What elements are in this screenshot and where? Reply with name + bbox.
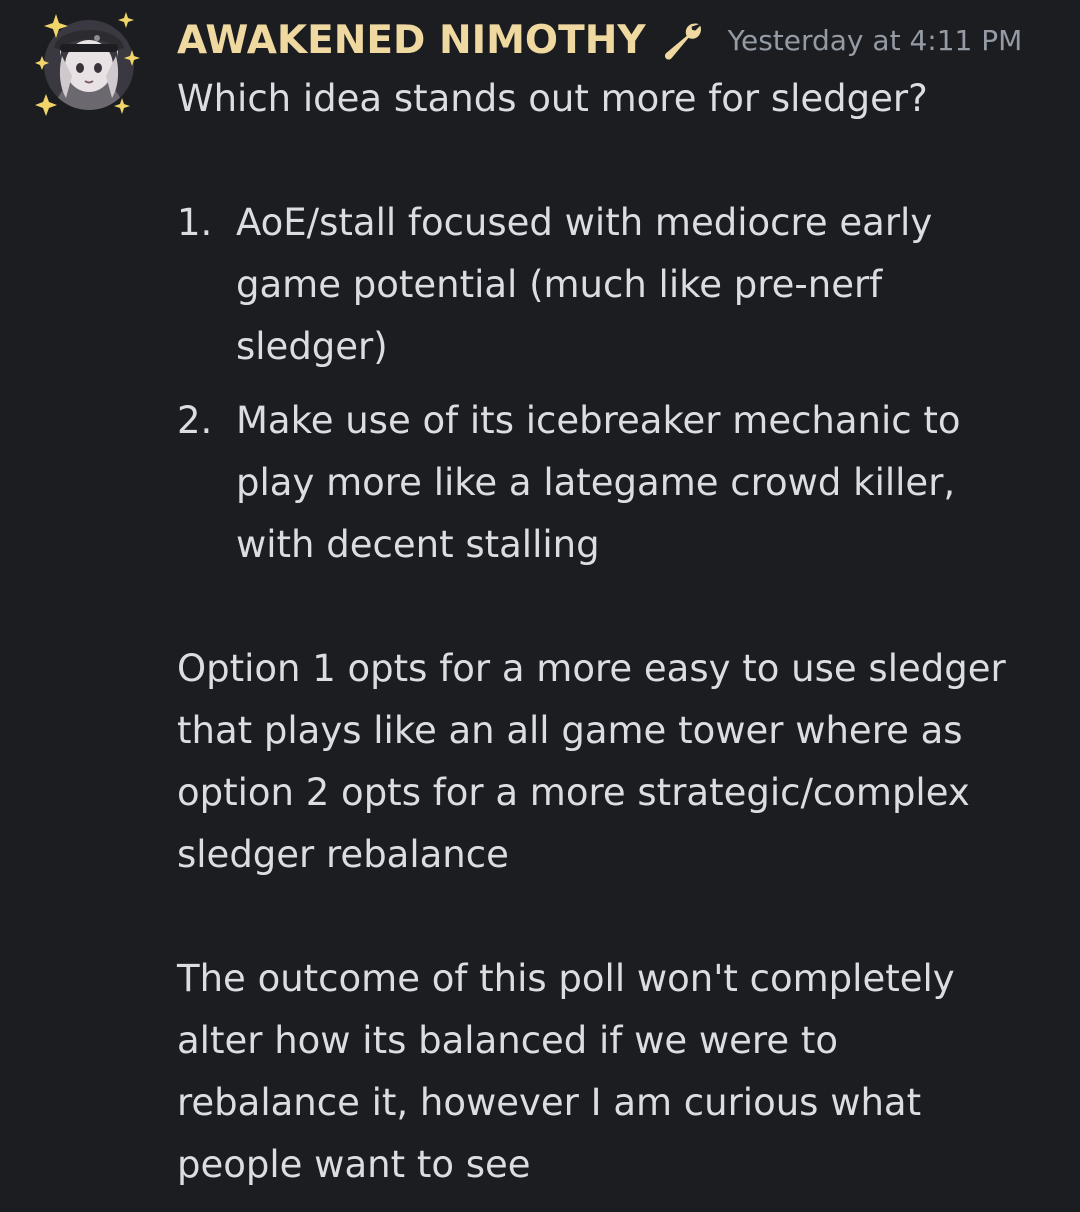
list-item: 1. AoE/stall focused with mediocre early… <box>177 192 1057 378</box>
paragraph-line: option 2 opts for a more strategic/compl… <box>177 771 970 814</box>
option-line: play more like a lategame crowd killer, <box>236 461 956 504</box>
list-number: 1. <box>177 201 213 244</box>
paragraph-line: Option 1 opts for a more easy to use sle… <box>177 647 1006 690</box>
paragraph: The outcome of this poll won't completel… <box>177 948 1057 1196</box>
avatar[interactable] <box>30 6 148 124</box>
paragraph-line: rebalance it, however I am curious what <box>177 1081 922 1124</box>
list-item: 2. Make use of its icebreaker mechanic t… <box>177 390 1057 576</box>
message-body: Which idea stands out more for sledger? … <box>177 68 1057 1196</box>
paragraph-line: alter how its balanced if we were to <box>177 1019 838 1062</box>
list-number: 2. <box>177 399 213 442</box>
option-line: with decent stalling <box>236 523 600 566</box>
message-header: AWAKENED NIMOTHY Yesterday at 4:11 PM <box>177 14 1057 68</box>
options-list: 1. AoE/stall focused with mediocre early… <box>177 192 1057 576</box>
option-line: sledger) <box>236 325 388 368</box>
paragraph-line: The outcome of this poll won't completel… <box>177 957 955 1000</box>
intro-text: Which idea stands out more for sledger? <box>177 77 928 120</box>
paragraph-line: people want to see <box>177 1143 531 1186</box>
list-gap <box>177 378 1057 390</box>
wrench-icon <box>660 18 706 64</box>
chat-message: AWAKENED NIMOTHY Yesterday at 4:11 PM Wh… <box>0 0 1080 1212</box>
timestamp[interactable]: Yesterday at 4:11 PM <box>728 14 1023 68</box>
paragraph-line: that plays like an all game tower where … <box>177 709 963 752</box>
option-line: AoE/stall focused with mediocre early <box>236 201 933 244</box>
option-line: game potential (much like pre-nerf <box>236 263 883 306</box>
avatar-image <box>35 12 140 116</box>
option-line: Make use of its icebreaker mechanic to <box>236 399 961 442</box>
username[interactable]: AWAKENED NIMOTHY <box>177 14 646 68</box>
message-content: AWAKENED NIMOTHY Yesterday at 4:11 PM Wh… <box>177 14 1057 1196</box>
paragraph-line: sledger rebalance <box>177 833 509 876</box>
paragraph: Option 1 opts for a more easy to use sle… <box>177 638 1057 886</box>
